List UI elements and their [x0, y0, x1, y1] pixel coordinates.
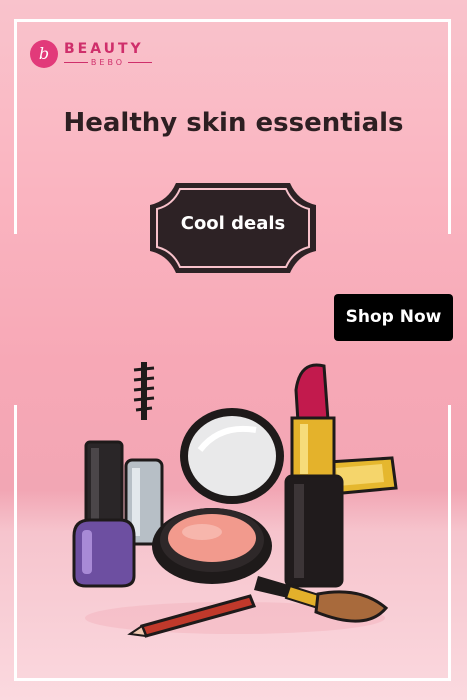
shop-now-button[interactable]: Shop Now [334, 294, 453, 341]
ad-banner: b BEAUTY BEBO Healthy skin essentials Co… [0, 0, 467, 700]
frame-left-bottom-line [14, 405, 17, 681]
lipstick-icon [284, 363, 344, 588]
compact-mirror-icon [180, 408, 284, 504]
cosmetics-illustration [72, 362, 398, 638]
headline: Healthy skin essentials [63, 108, 404, 138]
deal-badge: Cool deals [150, 183, 316, 273]
brand-logo[interactable]: b BEAUTY BEBO [30, 40, 160, 70]
badge-label: Cool deals [180, 213, 286, 234]
logo-wordmark: BEAUTY [64, 41, 144, 57]
logo-mark: b [30, 40, 58, 68]
frame-top-line [14, 19, 451, 22]
mascara-icon [124, 362, 164, 546]
blush-compact-icon [152, 508, 272, 584]
frame-bottom-line [14, 678, 451, 681]
frame-right-bottom-line [448, 405, 451, 681]
logo-divider-right [128, 62, 152, 63]
